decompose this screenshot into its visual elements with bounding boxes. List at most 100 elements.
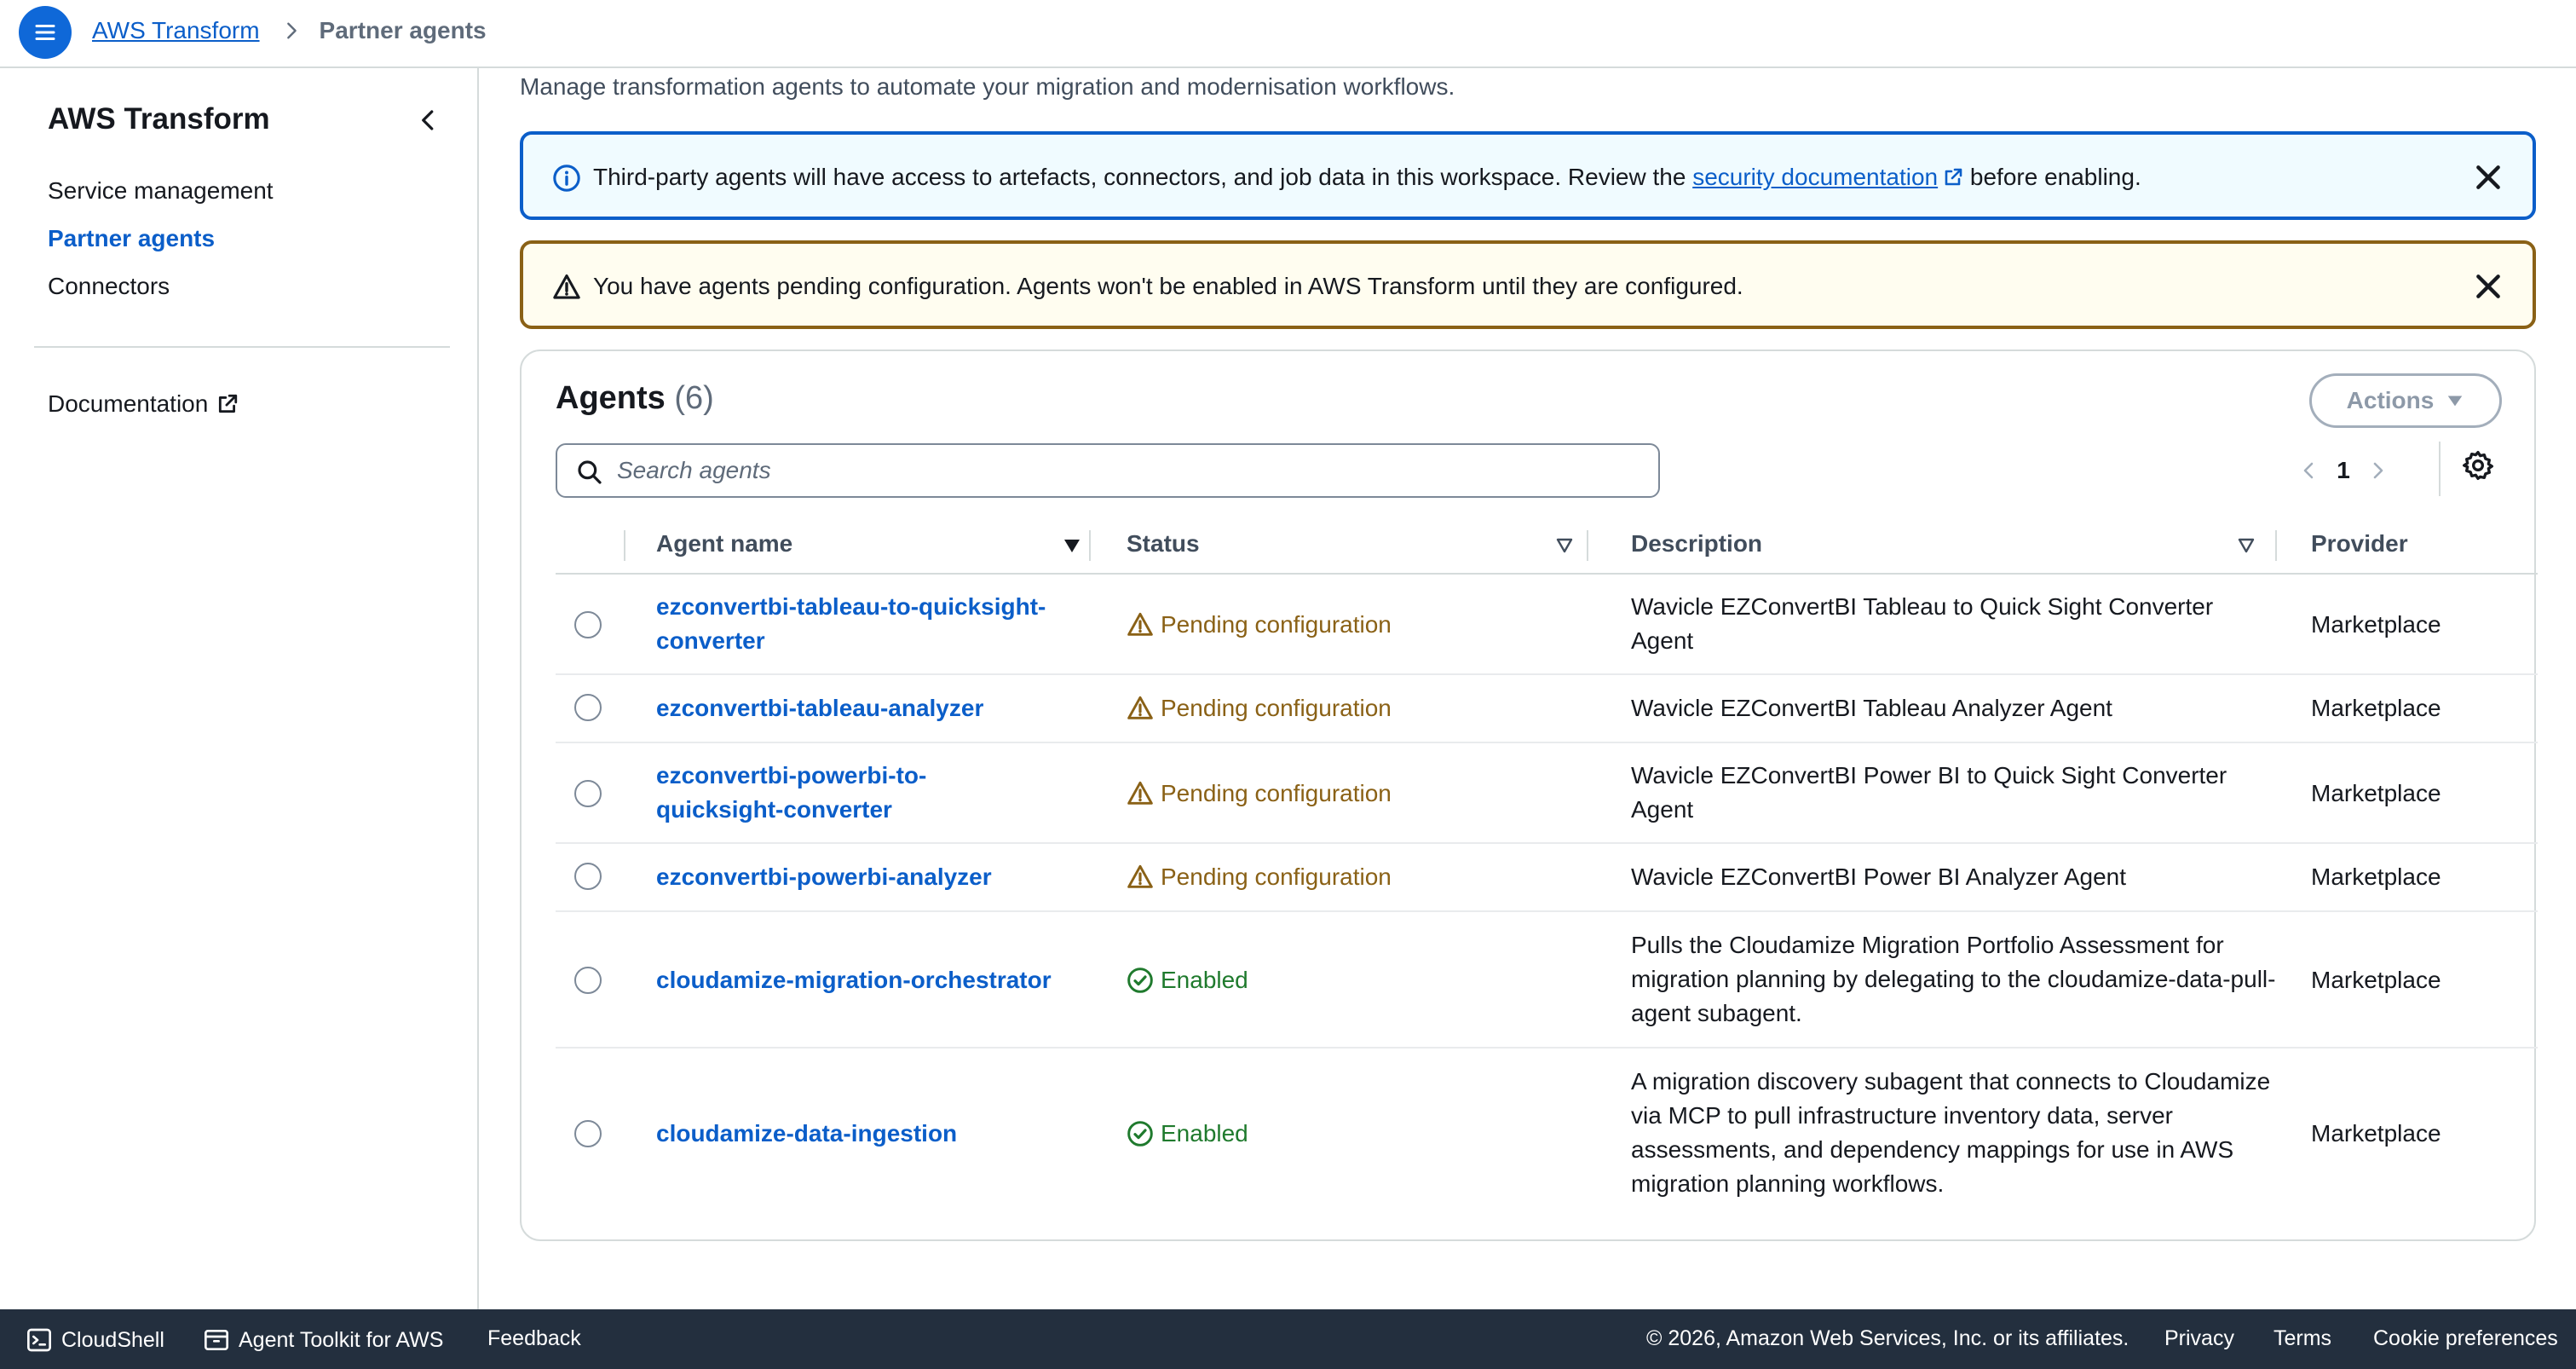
sort-unsorted-icon[interactable] <box>2236 535 2256 556</box>
sort-unsorted-icon[interactable] <box>1554 535 1575 556</box>
warning-icon <box>1127 864 1153 888</box>
column-header-provider[interactable]: Provider <box>2311 530 2408 557</box>
page-description: Manage transformation agents to automate… <box>520 73 1455 100</box>
agents-heading: Agents (6) <box>556 380 714 417</box>
previous-page-button[interactable] <box>2294 455 2325 486</box>
column-header-agent-name[interactable]: Agent name <box>656 530 792 557</box>
search-icon <box>578 460 602 484</box>
status-text: Pending configuration <box>1161 780 1392 806</box>
row-select-radio[interactable] <box>574 967 602 994</box>
row-select-radio[interactable] <box>574 611 602 638</box>
breadcrumb-aws-transform-link[interactable]: AWS Transform <box>92 17 260 44</box>
agent-toolkit-label: Agent Toolkit for AWS <box>239 1327 444 1352</box>
agent-description: Wavicle EZConvertBI Tableau Analyzer Age… <box>1631 695 2112 721</box>
status-badge: Enabled <box>1127 963 1248 997</box>
agent-provider: Marketplace <box>2311 695 2441 721</box>
row-select-radio[interactable] <box>574 863 602 890</box>
breadcrumb: AWS Transform Partner agents <box>92 17 487 44</box>
sidenav-title: AWS Transform <box>48 102 270 136</box>
pagination-divider <box>2439 442 2441 496</box>
status-badge: Pending configuration <box>1127 777 1392 811</box>
menu-toggle-button[interactable] <box>19 6 72 59</box>
cloudshell-button[interactable]: CloudShell <box>26 1326 164 1354</box>
sidebar-item-connectors[interactable]: Connectors <box>48 273 170 300</box>
status-text: Pending configuration <box>1161 695 1392 721</box>
collapse-sidenav-chevron-left-icon[interactable] <box>416 107 441 133</box>
info-icon <box>553 165 580 192</box>
status-badge: Enabled <box>1127 1117 1248 1151</box>
table-row[interactable]: cloudamize-migration-orchestrator Enable… <box>556 912 2538 1048</box>
hamburger-menu-icon <box>35 25 55 40</box>
table-header: Agent name Status Description Provider <box>556 518 2538 575</box>
agent-name-link[interactable]: ezconvertbi-tableau-to-quicksight-conver… <box>656 590 1099 658</box>
warning-alert-text: You have agents pending configuration. A… <box>593 273 1743 299</box>
table-row[interactable]: ezconvertbi-tableau-analyzer Pending con… <box>556 675 2538 743</box>
dismiss-info-alert-close-icon[interactable] <box>2471 160 2505 194</box>
agent-provider: Marketplace <box>2311 611 2441 638</box>
agent-name-link[interactable]: cloudamize-data-ingestion <box>656 1117 1099 1151</box>
column-header-status[interactable]: Status <box>1127 530 1200 557</box>
privacy-link[interactable]: Privacy <box>2164 1326 2234 1351</box>
security-documentation-link[interactable]: security documentation <box>1692 164 1963 190</box>
status-text: Pending configuration <box>1161 611 1392 638</box>
agent-name-link[interactable]: ezconvertbi-tableau-analyzer <box>656 691 1099 725</box>
table-row[interactable]: cloudamize-data-ingestion Enabled A migr… <box>556 1048 2538 1219</box>
terminal-icon <box>27 1328 51 1352</box>
agent-description: Wavicle EZConvertBI Power BI to Quick Si… <box>1631 762 2227 823</box>
sidenav-divider <box>34 346 450 348</box>
terms-link[interactable]: Terms <box>2273 1326 2331 1351</box>
agent-toolkit-button[interactable]: Agent Toolkit for AWS <box>203 1326 443 1354</box>
status-badge: Pending configuration <box>1127 691 1392 725</box>
row-select-radio[interactable] <box>574 694 602 721</box>
external-link-icon <box>1945 168 1962 186</box>
search-input[interactable] <box>617 453 1640 488</box>
next-page-button[interactable] <box>2362 455 2393 486</box>
row-select-radio[interactable] <box>574 780 602 807</box>
agent-description: Wavicle EZConvertBI Power BI Analyzer Ag… <box>1631 864 2126 890</box>
page-number-button[interactable]: 1 <box>2325 457 2362 484</box>
dismiss-warning-alert-close-icon[interactable] <box>2471 269 2505 303</box>
status-text: Enabled <box>1161 1120 1248 1147</box>
warning-icon <box>1127 696 1153 719</box>
column-separator <box>624 530 625 561</box>
caret-down-icon <box>2448 396 2463 407</box>
agent-description: Pulls the Cloudamize Migration Portfolio… <box>1631 932 2276 1026</box>
sort-descending-icon[interactable] <box>1062 535 1082 556</box>
feedback-link[interactable]: Feedback <box>487 1326 581 1351</box>
sidebar-item-service-management[interactable]: Service management <box>48 177 274 205</box>
agent-provider: Marketplace <box>2311 1120 2441 1147</box>
actions-dropdown-button[interactable]: Actions <box>2309 373 2502 428</box>
check-circle-icon <box>1127 1121 1153 1147</box>
sidebar-item-partner-agents[interactable]: Partner agents <box>48 225 215 252</box>
search-agents-field[interactable] <box>556 443 1660 498</box>
table-row[interactable]: ezconvertbi-tableau-to-quicksight-conver… <box>556 575 2538 675</box>
status-badge: Pending configuration <box>1127 608 1392 642</box>
status-text: Pending configuration <box>1161 864 1392 890</box>
info-alert-text: Third-party agents will have access to a… <box>593 164 2141 191</box>
column-separator <box>2275 530 2277 561</box>
row-select-radio[interactable] <box>574 1120 602 1147</box>
agent-name-link[interactable]: ezconvertbi-powerbi-analyzer <box>656 860 1099 894</box>
column-header-description[interactable]: Description <box>1631 530 1762 557</box>
agent-name-link[interactable]: cloudamize-migration-orchestrator <box>656 963 1099 997</box>
table-preferences-gear-icon[interactable] <box>2461 448 2495 482</box>
warning-icon <box>1127 781 1153 805</box>
sidebar-item-documentation[interactable]: Documentation <box>48 390 239 418</box>
agent-name-link[interactable]: ezconvertbi-powerbi-to-quicksight-conver… <box>656 759 980 827</box>
agent-description: A migration discovery subagent that conn… <box>1631 1068 2271 1197</box>
agents-count: (6) <box>674 380 714 416</box>
console-footer: CloudShell Agent Toolkit for AWS Feedbac… <box>0 1309 2576 1369</box>
cookie-preferences-link[interactable]: Cookie preferences <box>2373 1326 2558 1351</box>
agent-description: Wavicle EZConvertBI Tableau to Quick Sig… <box>1631 593 2214 654</box>
copyright-text: © 2026, Amazon Web Services, Inc. or its… <box>1646 1326 2129 1350</box>
column-separator <box>1587 530 1588 561</box>
warning-icon <box>1127 612 1153 636</box>
info-alert: Third-party agents will have access to a… <box>520 131 2536 220</box>
column-separator <box>1089 530 1091 561</box>
actions-label: Actions <box>2346 387 2435 413</box>
table-row[interactable]: ezconvertbi-powerbi-to-quicksight-conver… <box>556 743 2538 844</box>
table-row[interactable]: ezconvertbi-powerbi-analyzer Pending con… <box>556 844 2538 912</box>
chevron-right-icon <box>2373 462 2383 479</box>
agent-provider: Marketplace <box>2311 864 2441 890</box>
check-circle-icon <box>1127 968 1153 993</box>
